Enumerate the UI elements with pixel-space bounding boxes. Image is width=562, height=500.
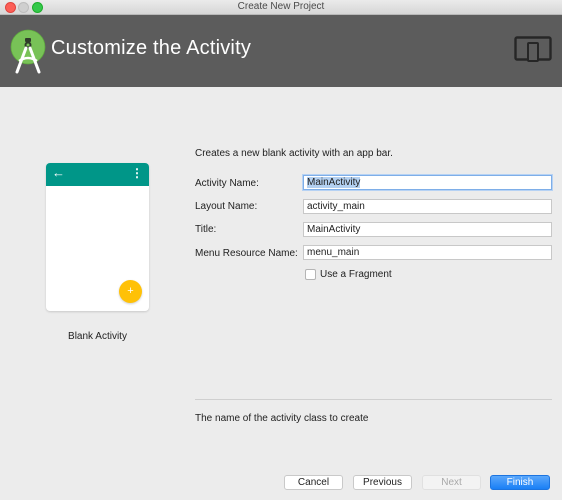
fab-plus-icon: + [119,280,142,303]
previous-button[interactable]: Previous [353,475,412,490]
back-arrow-icon: ← [52,165,65,180]
layout-name-label: Layout Name: [195,201,258,212]
overflow-menu-icon: ⋮ [131,166,143,180]
divider [195,399,552,400]
window-title: Create New Project [237,1,325,12]
activity-template-preview: ← ⋮ + [46,163,149,311]
window-titlebar: Create New Project [0,0,562,15]
activity-name-label: Activity Name: [195,178,259,189]
menu-resource-name-input[interactable]: menu_main [303,245,552,260]
menu-resource-name-label: Menu Resource Name: [195,248,298,259]
use-fragment-label[interactable]: Use a Fragment [320,269,392,280]
finish-button[interactable]: Finish [490,475,550,490]
layout-name-input[interactable]: activity_main [303,199,552,214]
template-name-label: Blank Activity [68,331,127,342]
wizard-header: Customize the Activity [0,15,562,87]
use-fragment-checkbox[interactable] [305,269,316,280]
activity-name-input[interactable]: MainActivity [303,175,552,190]
title-label: Title: [195,224,217,235]
title-input[interactable]: MainActivity [303,222,552,237]
preview-app-bar: ← ⋮ [46,163,149,186]
android-studio-logo-icon [10,29,46,74]
phone-tablet-icon[interactable] [514,36,552,63]
field-help-text: The name of the activity class to create [195,413,369,424]
page-title: Customize the Activity [51,37,252,59]
cancel-button[interactable]: Cancel [284,475,343,490]
next-button[interactable]: Next [422,475,481,490]
template-description: Creates a new blank activity with an app… [195,148,393,159]
